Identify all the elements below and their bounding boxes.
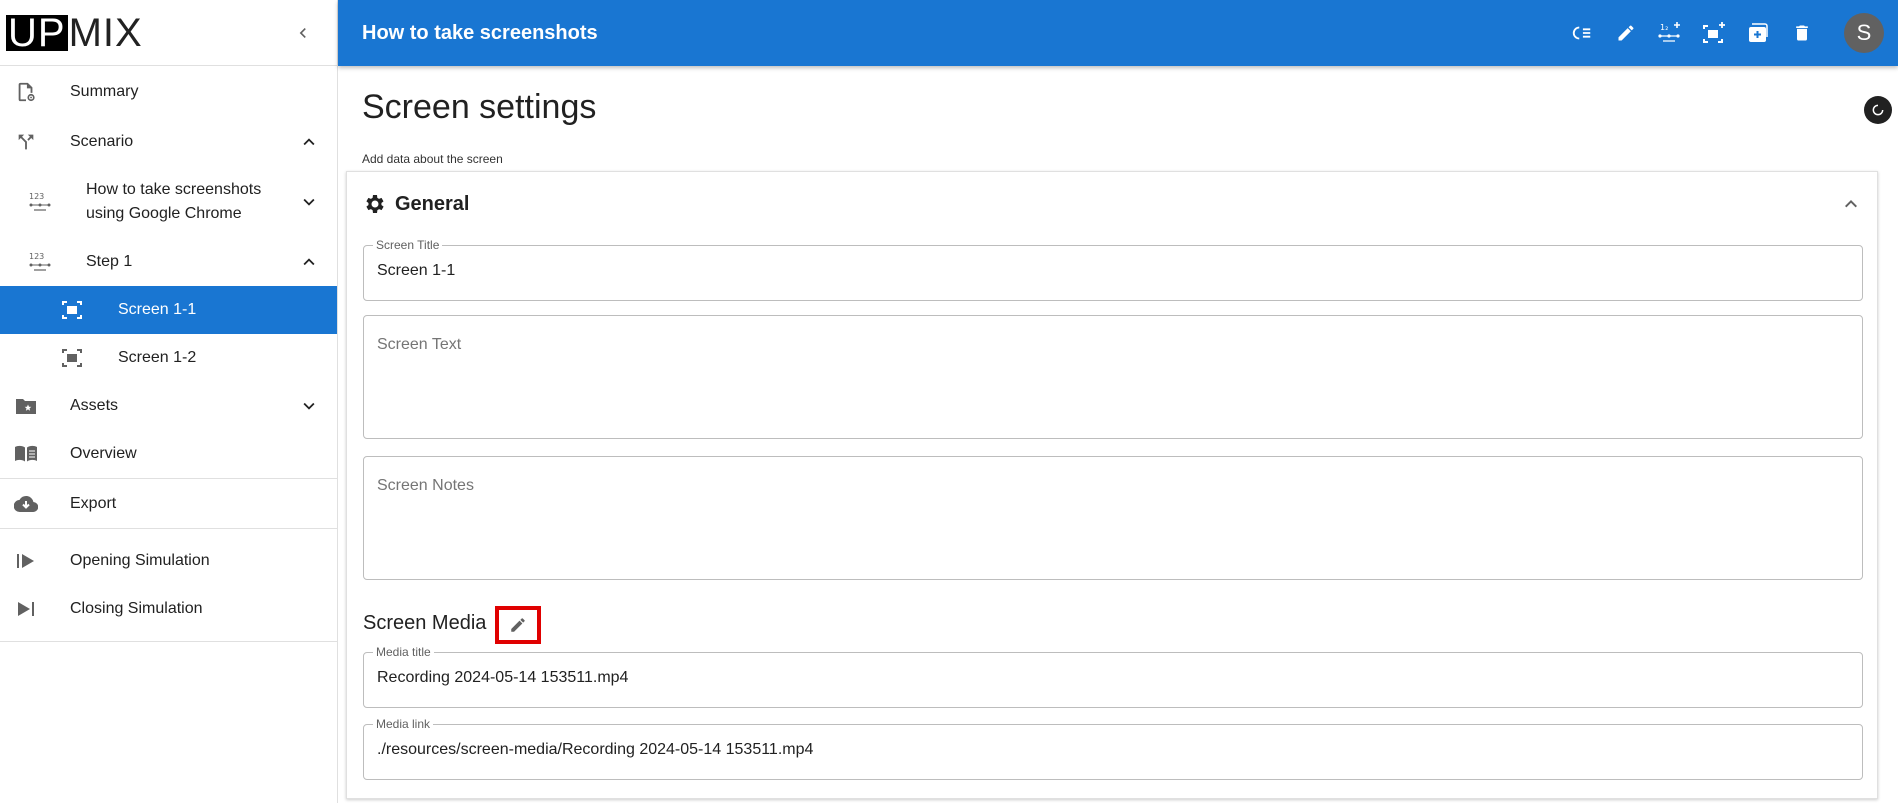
sidebar-item-step-1[interactable]: 123 Step 1 — [0, 238, 337, 286]
page-title: Screen settings — [362, 88, 597, 126]
numbered-steps-icon: 123 — [28, 190, 52, 214]
scenario-split-icon — [14, 130, 38, 154]
logo-row: UP MIX — [0, 0, 337, 66]
svg-text:123: 123 — [29, 252, 44, 261]
trash-icon — [1796, 25, 1808, 41]
user-avatar[interactable]: S — [1844, 13, 1884, 53]
refresh-icon — [1872, 104, 1884, 116]
sidebar-item-summary[interactable]: Summary — [0, 66, 337, 118]
app-bar-actions: 1₂ S — [1560, 0, 1898, 66]
sidebar-item-label: Assets — [70, 397, 119, 414]
edit-media-button[interactable] — [495, 606, 541, 644]
sidebar-divider — [0, 641, 337, 642]
svg-text:123: 123 — [29, 192, 44, 201]
sidebar-item-label: Closing Simulation — [70, 600, 203, 617]
sidebar-item-overview[interactable]: Overview — [0, 430, 337, 478]
delete-button[interactable] — [1780, 11, 1824, 55]
add-step-button[interactable]: 1₂ — [1648, 11, 1692, 55]
sidebar-item-screen-1-1[interactable]: Screen 1-1 — [0, 286, 337, 334]
sidebar-nav: Summary Scenario 123 How to take screens… — [0, 66, 337, 642]
media-title-value: Recording 2024-05-14 153511.mp4 — [377, 669, 629, 686]
logo-up: UP — [6, 10, 68, 55]
sidebar: UP MIX Summary Scenario 123 How to take s… — [0, 0, 338, 803]
media-title-label: Media title — [373, 645, 434, 659]
logo-mix: MIX — [68, 10, 143, 55]
sidebar-item-label: Screen 1-1 — [118, 301, 197, 318]
media-link-label: Media link — [373, 717, 434, 731]
add-box-icon — [1749, 23, 1768, 42]
upmix-logo: UP MIX — [6, 10, 143, 55]
add-numbered-steps-icon: 1₂ — [1658, 22, 1680, 42]
sidebar-item-label: Screen 1-2 — [118, 349, 197, 366]
screen-text-placeholder: Screen Text — [377, 336, 462, 353]
screenshot-icon — [60, 346, 84, 370]
sidebar-item-label: Step 1 — [86, 253, 133, 270]
app-bar-title: How to take screenshots — [362, 21, 598, 44]
sidebar-item-export[interactable]: Export — [0, 479, 337, 528]
screen-notes-field[interactable]: Screen Notes — [363, 456, 1863, 580]
add-screenshot-icon — [1703, 22, 1725, 43]
general-card-title: General — [395, 193, 470, 215]
screen-title-value: Screen 1-1 — [377, 262, 456, 279]
chevron-left-icon — [299, 27, 306, 38]
screen-title-field[interactable]: Screen Title Screen 1-1 — [363, 238, 1863, 301]
add-media-button[interactable] — [1736, 11, 1780, 55]
chevron-down-icon[interactable] — [297, 394, 321, 418]
sidebar-item-scenario[interactable]: Scenario — [0, 118, 337, 166]
chevron-up-icon[interactable] — [1839, 192, 1863, 216]
numbered-steps-icon: 123 — [28, 250, 52, 274]
chevron-up-icon[interactable] — [297, 250, 321, 274]
summary-doc-gear-icon — [14, 80, 38, 104]
general-card-header[interactable]: General — [347, 172, 1877, 236]
play-start-icon — [14, 549, 38, 573]
pencil-icon — [1618, 25, 1634, 41]
list-checks-icon — [1572, 26, 1591, 40]
chevron-down-icon[interactable] — [297, 190, 321, 214]
media-link-field[interactable]: Media link ./resources/screen-media/Reco… — [363, 717, 1863, 780]
main-content: Screen settings Add data about the scree… — [338, 66, 1898, 803]
book-icon — [14, 442, 38, 466]
screen-text-field[interactable]: Screen Text — [363, 315, 1863, 439]
list-toggle-button[interactable] — [1560, 11, 1604, 55]
collapse-sidebar-button[interactable] — [287, 17, 319, 49]
sidebar-item-label: How to take screenshots using Google Chr… — [86, 181, 262, 222]
gear-icon — [363, 192, 387, 216]
screenshot-icon — [60, 298, 84, 322]
sidebar-item-label: Scenario — [70, 133, 134, 150]
svg-text:1₂: 1₂ — [1660, 23, 1668, 32]
screen-title-label: Screen Title — [373, 238, 443, 252]
page-subtitle: Add data about the screen — [362, 152, 503, 166]
sidebar-item-how-to-take-screenshots[interactable]: 123 How to take screenshots using Google… — [0, 166, 337, 238]
sidebar-item-screen-1-2[interactable]: Screen 1-2 — [0, 334, 337, 382]
sidebar-item-label: Overview — [70, 445, 137, 462]
sidebar-item-label: Export — [70, 494, 117, 512]
general-card: General Screen Title Screen 1-1 Screen T… — [346, 171, 1878, 799]
sidebar-item-assets[interactable]: Assets — [0, 382, 337, 430]
media-title-field[interactable]: Media title Recording 2024-05-14 153511.… — [363, 645, 1863, 708]
edit-button[interactable] — [1604, 11, 1648, 55]
sidebar-item-opening-simulation[interactable]: Opening Simulation — [0, 537, 337, 585]
add-screen-button[interactable] — [1692, 11, 1736, 55]
pencil-icon — [511, 618, 525, 632]
sidebar-item-label: Opening Simulation — [70, 552, 210, 569]
sidebar-divider — [0, 528, 337, 529]
screen-media-title: Screen Media — [363, 612, 487, 634]
folder-star-icon — [14, 394, 38, 418]
refresh-button[interactable] — [1864, 96, 1892, 124]
sidebar-item-closing-simulation[interactable]: Closing Simulation — [0, 585, 337, 633]
skip-end-icon — [14, 597, 38, 621]
sidebar-item-label: Summary — [70, 83, 139, 100]
app-bar: How to take screenshots 1₂ S — [338, 0, 1898, 66]
screen-notes-placeholder: Screen Notes — [377, 477, 474, 494]
chevron-up-icon[interactable] — [297, 130, 321, 154]
cloud-download-icon — [14, 492, 38, 516]
media-link-value: ./resources/screen-media/Recording 2024-… — [377, 741, 814, 758]
